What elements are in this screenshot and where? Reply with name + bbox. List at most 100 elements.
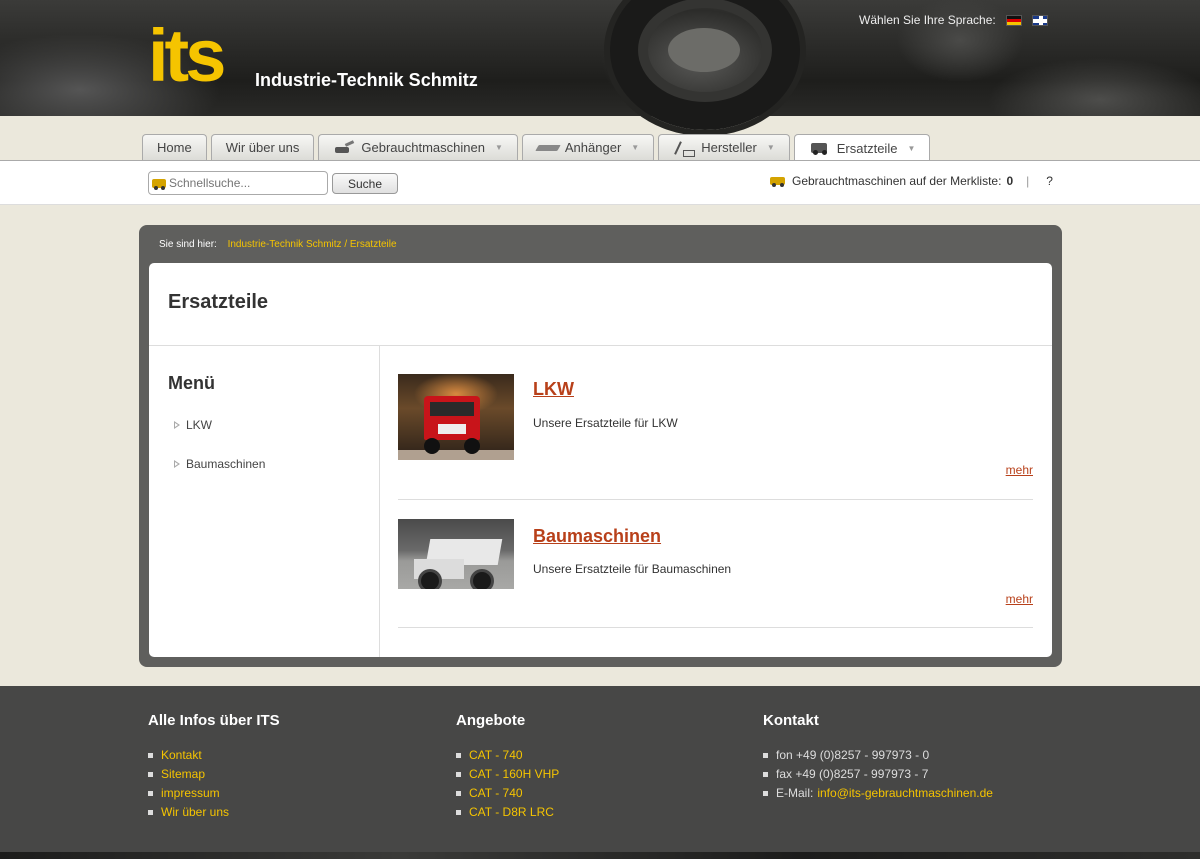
separator: | (1026, 174, 1030, 188)
fax-number: fax +49 (0)8257 - 997973 - 7 (776, 767, 929, 781)
tab-label: Anhänger (564, 140, 622, 155)
site-footer: Alle Infos über ITS Kontakt Sitemap impr… (0, 686, 1200, 852)
footer-offer-link[interactable]: CAT - 160H VHP (469, 765, 559, 784)
breadcrumb-prefix: Sie sind hier: (159, 239, 217, 250)
breadcrumb-separator: / (344, 239, 348, 250)
footer-list-item: CAT - 740 (456, 746, 559, 765)
tire-background-image (610, 0, 800, 130)
breadcrumb-home-link[interactable]: Industrie-Technik Schmitz (228, 239, 342, 250)
tab-wir-ueber-uns[interactable]: Wir über uns (210, 134, 315, 160)
content-frame: Sie sind hier: Industrie-Technik Schmitz… (139, 225, 1062, 667)
bullet-icon (148, 810, 153, 815)
truck-image[interactable] (398, 374, 514, 460)
watchlist-info: Gebrauchtmaschinen auf der Merkliste: 0 … (770, 174, 1053, 188)
more-link[interactable]: mehr (1006, 592, 1033, 606)
tab-label: Home (157, 140, 192, 155)
chevron-down-icon: ▼ (494, 143, 503, 152)
uk-flag-icon[interactable] (1031, 14, 1048, 26)
footer-link-impressum[interactable]: impressum (161, 784, 220, 803)
help-link[interactable]: ? (1046, 174, 1053, 188)
wheel-shape (418, 569, 442, 589)
company-name: Industrie-Technik Schmitz (255, 70, 478, 90)
sidebar-item-label: LKW (186, 418, 213, 432)
footer-offer-link[interactable]: CAT - 740 (469, 784, 523, 803)
bulldozer-icon (151, 175, 169, 191)
loader-icon (809, 141, 831, 155)
footer-heading: Alle Infos über ITS (148, 712, 280, 729)
footer-list-item: CAT - 160H VHP (456, 765, 559, 784)
footer-list-item: CAT - 740 (456, 784, 559, 803)
excavator-icon (333, 141, 355, 155)
footer-heading: Angebote (456, 712, 526, 729)
footer-heading: Kontakt (763, 712, 819, 729)
wheel-shape (424, 438, 440, 454)
sidebar-item-label: Baumaschinen (186, 457, 266, 471)
tab-label: Ersatzteile (836, 140, 898, 156)
chevron-down-icon: ▼ (631, 143, 640, 152)
divider (398, 499, 1033, 500)
bullet-icon (148, 772, 153, 777)
email-label: E-Mail: (776, 786, 814, 800)
crane-icon (673, 141, 696, 157)
tab-gebrauchtmaschinen[interactable]: Gebrauchtmaschinen ▼ (318, 134, 518, 160)
bullet-icon (456, 810, 461, 815)
bullet-icon (763, 772, 768, 777)
tab-home[interactable]: Home (142, 134, 207, 160)
footer-list-item: CAT - D8R LRC (456, 803, 559, 822)
bullet-icon (456, 772, 461, 777)
content-panel: Ersatzteile Menü LKW Baumaschinen LKW Un… (149, 263, 1052, 657)
entry-title-link[interactable]: Baumaschinen (533, 526, 661, 547)
wheel-shape (470, 569, 494, 589)
bullet-icon (456, 753, 461, 758)
footer-list-item: fax +49 (0)8257 - 997973 - 7 (763, 765, 993, 784)
tab-label: Wir über uns (225, 140, 300, 155)
main-nav-tabs: Home Wir über uns Gebrauchtmaschinen ▼ A… (142, 134, 931, 161)
list-item: Baumaschinen Unsere Ersatzteile für Baum… (398, 519, 1033, 629)
footer-list-item: fon +49 (0)8257 - 997973 - 0 (763, 746, 993, 765)
entry-description: Unsere Ersatzteile für Baumaschinen (533, 562, 732, 576)
its-logo[interactable]: its (148, 19, 226, 93)
list-item: LKW Unsere Ersatzteile für LKW mehr (398, 374, 1033, 500)
footer-list-item: Wir über uns (148, 803, 280, 822)
search-field-wrapper (148, 171, 328, 195)
dump-truck-image[interactable] (398, 519, 514, 589)
quick-search-input[interactable] (169, 176, 319, 190)
watchlist-count: 0 (1006, 174, 1014, 188)
footer-link-sitemap[interactable]: Sitemap (161, 765, 205, 784)
footer-column-infos: Alle Infos über ITS Kontakt Sitemap impr… (148, 712, 280, 822)
menu-title: Menü (168, 373, 215, 393)
tab-hersteller[interactable]: Hersteller ▼ (658, 134, 790, 160)
language-prompt: Wählen Sie Ihre Sprache: (859, 13, 996, 27)
chevron-down-icon: ▼ (907, 143, 916, 153)
road-shape (398, 450, 514, 460)
entry-title-link[interactable]: LKW (533, 379, 574, 400)
footer-column-angebote: Angebote CAT - 740 CAT - 160H VHP CAT - … (456, 712, 559, 822)
wheel-shape (464, 438, 480, 454)
more-link[interactable]: mehr (1006, 463, 1033, 477)
footer-bottom-strip (0, 852, 1200, 859)
footer-column-kontakt: Kontakt fon +49 (0)8257 - 997973 - 0 fax… (763, 712, 993, 803)
site-header: its Industrie-Technik Schmitz Wählen Sie… (0, 0, 1200, 130)
page-title: Ersatzteile (168, 291, 269, 313)
footer-offer-link[interactable]: CAT - 740 (469, 746, 523, 765)
entry-description: Unsere Ersatzteile für LKW (533, 416, 678, 430)
sidebar-item-lkw[interactable]: LKW (174, 418, 212, 432)
bullet-icon (456, 791, 461, 796)
tab-label: Gebrauchtmaschinen (361, 140, 485, 155)
bullet-icon (763, 753, 768, 758)
footer-link-wir-ueber-uns[interactable]: Wir über uns (161, 803, 229, 822)
divider (398, 627, 1033, 628)
search-bar: Suche Gebrauchtmaschinen auf der Merklis… (0, 160, 1200, 205)
search-button[interactable]: Suche (332, 173, 398, 194)
footer-link-kontakt[interactable]: Kontakt (161, 746, 202, 765)
email-link[interactable]: info@its-gebrauchtmaschinen.de (817, 784, 993, 803)
tab-anhaenger[interactable]: Anhänger ▼ (521, 134, 655, 160)
footer-offer-link[interactable]: CAT - D8R LRC (469, 803, 554, 822)
tab-ersatzteile[interactable]: Ersatzteile ▼ (793, 134, 931, 161)
footer-list-item: Sitemap (148, 765, 280, 784)
watchlist-link[interactable]: Gebrauchtmaschinen auf der Merkliste: (792, 174, 1001, 188)
breadcrumb-current[interactable]: Ersatzteile (350, 239, 397, 250)
german-flag-icon[interactable] (1005, 14, 1022, 26)
bulldozer-icon (770, 174, 787, 188)
sidebar-item-baumaschinen[interactable]: Baumaschinen (174, 457, 265, 471)
